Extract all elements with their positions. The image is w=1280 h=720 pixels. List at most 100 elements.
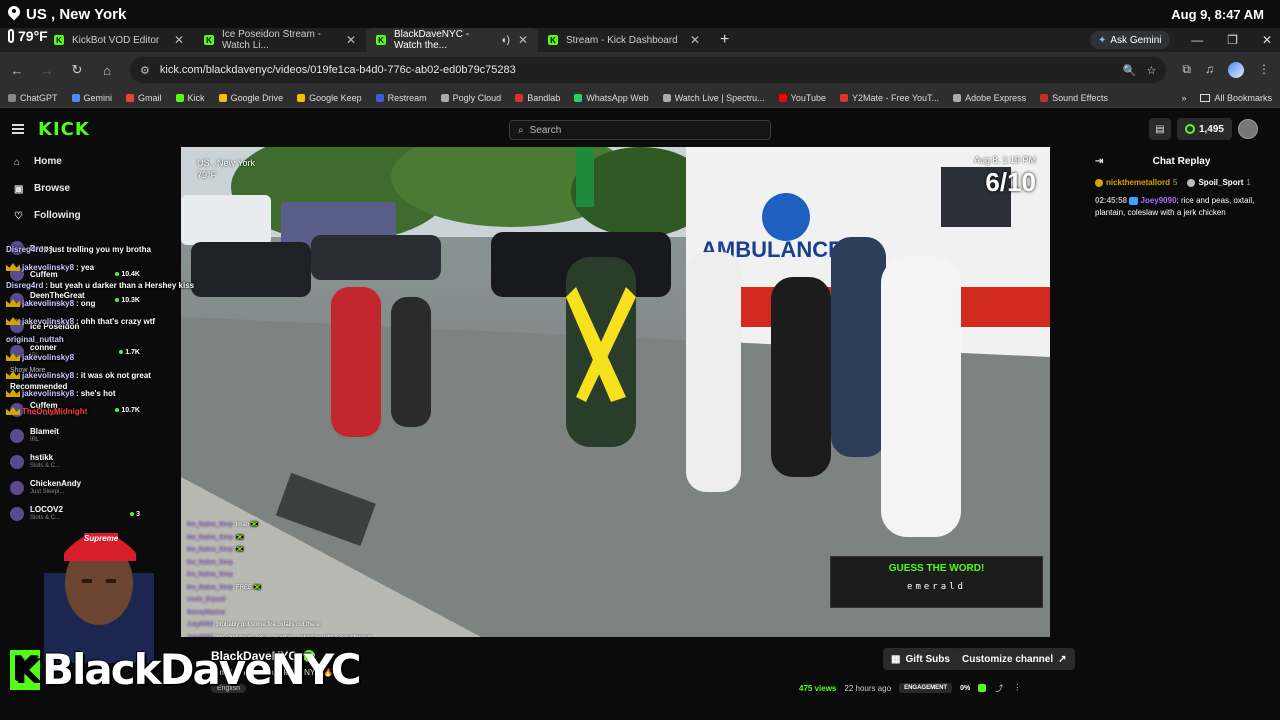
video-player[interactable]: AMBULANCE US , New York 79°F Aug 8, 1:19…: [181, 147, 1050, 637]
reload-icon[interactable]: ↻: [70, 62, 84, 78]
clip-icon[interactable]: [978, 684, 987, 692]
bookmark-item[interactable]: Bandlab: [515, 93, 560, 103]
kick-k-logo-icon: K: [10, 649, 40, 690]
nav-label: Home: [34, 156, 62, 167]
sidebar-channel-item[interactable]: Blameit IRL: [0, 423, 148, 449]
search-icon: ⌕: [518, 124, 524, 136]
channel-name: hstikk: [30, 453, 54, 462]
dashboard-icon[interactable]: ▤: [1148, 118, 1171, 140]
profile-avatar-icon[interactable]: [1228, 62, 1244, 78]
new-tab-button[interactable]: +: [710, 31, 739, 49]
site-info-icon[interactable]: ⚙: [140, 64, 150, 77]
close-window-icon[interactable]: ✕: [1262, 33, 1272, 47]
bookmark-favicon-icon: [1040, 93, 1049, 102]
bookmark-favicon-icon: [297, 93, 306, 102]
bookmark-label: Adobe Express: [965, 92, 1027, 103]
back-arrow-icon[interactable]: ←: [10, 63, 24, 78]
collapse-chat-icon[interactable]: ⇥: [1095, 156, 1103, 167]
gemini-icon: ✦: [1098, 34, 1107, 46]
hamburger-menu-icon[interactable]: [12, 124, 24, 134]
bookmark-item[interactable]: Sound Effects: [1040, 93, 1108, 103]
close-icon[interactable]: ✕: [346, 33, 356, 47]
bookmark-favicon-icon: [175, 93, 184, 102]
bookmark-item[interactable]: Gmail: [126, 93, 162, 103]
share-icon[interactable]: ⤴: [994, 683, 1004, 693]
close-icon[interactable]: ✕: [174, 33, 184, 47]
channel-meta: ChickenAndy Just Sleepi...: [30, 479, 140, 497]
bookmark-item[interactable]: WhatsApp Web: [574, 93, 649, 103]
sidebar-channel-item[interactable]: ChickenAndy Just Sleepi...: [0, 475, 148, 501]
bookmark-label: Pogly Cloud: [452, 92, 502, 103]
tab-kickbot[interactable]: K KickBot VOD Editor ✕: [44, 28, 194, 52]
channel-category: Slots & C...: [30, 463, 61, 469]
bookmark-item[interactable]: Google Drive: [218, 93, 283, 103]
engagement-label: ENGAGEMENT: [899, 683, 953, 693]
chat-colon: :: [76, 370, 79, 380]
bookmark-item[interactable]: Restream: [375, 93, 427, 103]
close-icon[interactable]: ✕: [518, 33, 528, 47]
chat-colon: :: [76, 298, 79, 308]
bookmark-favicon-icon: [218, 93, 227, 102]
chat-text: it was ok not great: [80, 370, 151, 380]
bookmark-label: Gmail: [138, 92, 162, 103]
customize-channel-button[interactable]: Customize channel ↗: [954, 648, 1075, 670]
bookmark-item[interactable]: Watch Live | Spectru...: [662, 93, 765, 103]
nav-label: Following: [34, 210, 81, 221]
overlay-chat-message: Disreg4rd: just trolling you my brotha: [6, 240, 216, 258]
tab-kick-dashboard[interactable]: K Stream - Kick Dashboard ✕: [538, 28, 710, 52]
bookmark-item[interactable]: Google Keep: [297, 93, 362, 103]
bookmark-label: Google Keep: [309, 92, 362, 103]
kicks-balance-button[interactable]: 1,495: [1176, 118, 1232, 140]
nav-home[interactable]: ⌂ Home: [0, 148, 148, 175]
tab-ice-poseidon[interactable]: K Ice Poseidon Stream - Watch Li... ✕: [194, 28, 366, 52]
search-placeholder: Search: [529, 124, 562, 136]
home-icon[interactable]: ⌂: [100, 63, 114, 78]
search-input[interactable]: ⌕ Search: [509, 120, 771, 140]
stream-overlay-top: US , New York Aug 9, 8:47 AM: [0, 0, 1280, 28]
nav-browse[interactable]: ▣ Browse: [0, 175, 148, 202]
minimize-icon[interactable]: —: [1191, 33, 1203, 47]
bookmark-item[interactable]: Pogly Cloud: [440, 92, 502, 103]
gifter-item[interactable]: nickthemetallord 5: [1095, 178, 1177, 187]
bookmark-star-icon[interactable]: ☆: [1147, 64, 1157, 77]
gifter-item[interactable]: Spoil_Sport 1: [1187, 178, 1251, 187]
chat-user: jakevolinsky8: [22, 370, 75, 380]
bookmark-item[interactable]: Gemini: [71, 92, 113, 103]
menu-kebab-icon[interactable]: ⋮: [1258, 62, 1270, 78]
more-options-icon[interactable]: ⋮: [1012, 683, 1022, 693]
channel-avatar: [10, 481, 24, 495]
overlay-chat-message: TheOnlyMidnight: [6, 402, 216, 420]
browser-toolbar-right: ⧉ ♫ ⋮: [1182, 62, 1270, 78]
kick-logo[interactable]: KICK: [38, 119, 90, 140]
sidebar-channel-item[interactable]: hstikk Slots & C...: [0, 449, 148, 475]
tab-label: KickBot VOD Editor: [72, 34, 160, 46]
heart-icon: ♡: [14, 210, 23, 222]
tab-blackdavenyc[interactable]: K BlackDaveNYC - Watch the... ◖) ✕: [366, 28, 538, 52]
overlay-chat-message: jakevolinsky8: ohh that's crazy wtf: [6, 312, 216, 330]
all-bookmarks-button[interactable]: All Bookmarks: [1200, 93, 1272, 103]
gift-subs-button[interactable]: ▦ Gift Subs: [883, 648, 958, 670]
close-icon[interactable]: ✕: [690, 33, 700, 47]
channel-name: Blameit: [30, 427, 59, 436]
bookmark-item[interactable]: Y2Mate - Free YouT...: [840, 93, 939, 103]
bookmark-item[interactable]: ChatGPT: [8, 93, 58, 103]
speaker-icon[interactable]: ◖): [501, 35, 510, 46]
channel-meta: Blameit IRL: [30, 427, 140, 445]
bookmark-item[interactable]: Kick: [175, 93, 205, 103]
message-user[interactable]: Joey9090: [1141, 196, 1177, 205]
chevron-right-icon[interactable]: »: [1181, 93, 1186, 103]
forward-arrow-icon[interactable]: →: [40, 63, 54, 78]
restore-icon[interactable]: ❐: [1227, 33, 1238, 47]
nav-following[interactable]: ♡ Following: [0, 202, 148, 229]
bookmark-item[interactable]: YouTube: [778, 93, 826, 103]
user-avatar[interactable]: [1238, 119, 1258, 139]
overlay-chat-message: original_nuttah: [6, 330, 216, 348]
url-field[interactable]: ⚙ kick.com/blackdavenyc/videos/019fe1ca-…: [130, 57, 1167, 83]
extensions-icon[interactable]: ⧉: [1182, 62, 1191, 78]
media-icon[interactable]: ♫: [1205, 62, 1214, 78]
zoom-icon[interactable]: 🔍: [1123, 64, 1137, 77]
chat-user: Disreg4rd: [6, 244, 44, 254]
ask-gemini-button[interactable]: ✦ Ask Gemini: [1090, 31, 1170, 49]
bookmark-label: Gemini: [83, 92, 113, 103]
bookmark-item[interactable]: Adobe Express: [953, 93, 1026, 103]
